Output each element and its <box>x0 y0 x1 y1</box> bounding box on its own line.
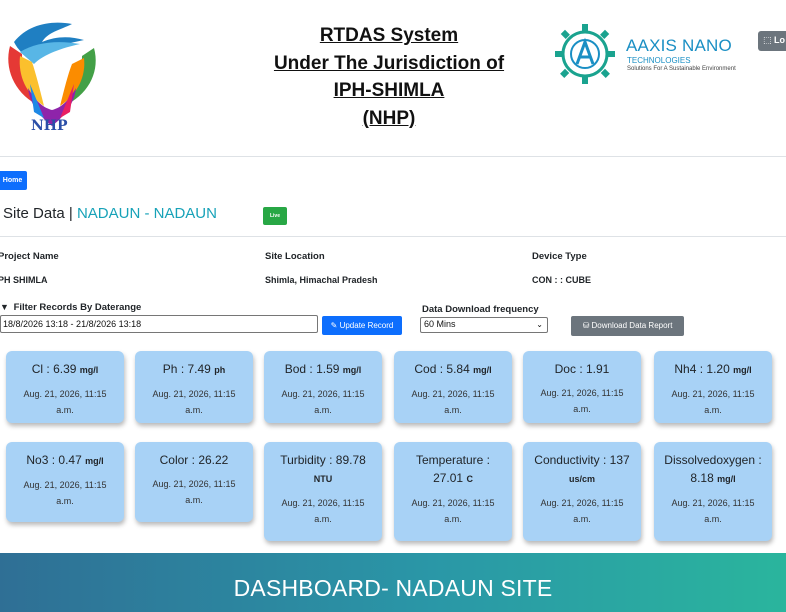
edit-icon: ✎ <box>330 321 338 330</box>
reading-card-no3: No3 : 0.47 mg/l Aug. 21, 2026, 11:15 a.m… <box>6 442 124 522</box>
site-name: NADAUN - NADAUN <box>76 205 217 222</box>
reading-timestamp: Aug. 21, 2026, 11:15 a.m. <box>281 498 365 524</box>
reading-title: Temperature :27.01 C <box>415 453 491 485</box>
reading-title: Cod : 5.84 mg/l <box>414 362 492 376</box>
filter-label: ▼ Filter Records By Daterange <box>0 302 141 313</box>
reading-timestamp: Aug. 21, 2026, 11:15 a.m. <box>540 498 624 524</box>
reading-card-turbidity: Turbidity : 89.78 NTU Aug. 21, 2026, 11:1… <box>264 442 382 541</box>
filter-label-text: Filter Records By Daterange <box>13 302 142 313</box>
device-type-block: Device Type CON : : CUBE <box>532 251 591 285</box>
title-line-2: Under The Jurisdiction of <box>273 52 505 74</box>
title-line-3: IPH-SHIMLA <box>333 80 445 101</box>
home-button[interactable]: Home <box>0 171 27 190</box>
reading-title: Bod : 1.59 mg/l <box>284 362 362 376</box>
reading-card-bod: Bod : 1.59 mg/l Aug. 21, 2026, 11:15 a.m… <box>264 351 382 423</box>
download-report-button[interactable]: ⛁ Download Data Report <box>571 316 684 336</box>
reading-timestamp: Aug. 21, 2026, 11:15 a.m. <box>540 388 624 414</box>
title-line-1: RTDAS System <box>319 25 459 46</box>
reading-card-dissolvedoxygen: Dissolvedoxygen :8.18 mg/l Aug. 21, 2026… <box>654 442 772 541</box>
reading-timestamp: Aug. 21, 2026, 11:15 a.m. <box>23 480 107 506</box>
aaxis-brand-subtitle: TECHNOLOGIES <box>627 56 691 65</box>
page-header: NHP RTDAS System Under The Jurisdiction … <box>0 0 786 157</box>
reading-title: Doc : 1.91 <box>554 362 610 376</box>
reading-timestamp: Aug. 21, 2026, 11:15 a.m. <box>281 389 365 415</box>
reading-timestamp: Aug. 21, 2026, 11:15 a.m. <box>671 498 755 524</box>
device-type-value: CON : : CUBE <box>532 275 591 285</box>
project-name-value: PH SHIMLA <box>0 275 48 285</box>
logout-label: Lo <box>774 35 786 45</box>
chevron-down-icon: ⌄ <box>536 320 543 329</box>
nhp-logo-text: NHP <box>31 118 68 134</box>
reading-title: Ph : 7.49 ph <box>162 362 226 376</box>
download-frequency-select[interactable]: 60 Mins ⌄ <box>420 317 548 333</box>
site-heading-prefix: Site Data | <box>3 205 73 222</box>
aaxis-brand-tagline: Solutions For A Sustainable Environment <box>627 66 736 72</box>
reading-timestamp: Aug. 21, 2026, 11:15 a.m. <box>23 389 107 415</box>
section-divider <box>0 236 786 237</box>
aaxis-gear-logo <box>555 24 615 84</box>
logout-icon: ⬚ <box>763 35 772 45</box>
reading-title: Color : 26.22 <box>159 453 229 467</box>
reading-timestamp: Aug. 21, 2026, 11:15 a.m. <box>411 389 495 415</box>
logout-button[interactable]: ⬚ Lo <box>758 31 786 51</box>
reading-card-conductivity: Conductivity : 137 us/cm Aug. 21, 2026, 1… <box>523 442 641 541</box>
live-badge[interactable]: Live <box>263 207 287 225</box>
reading-title: Dissolvedoxygen :8.18 mg/l <box>664 453 762 485</box>
reading-timestamp: Aug. 21, 2026, 11:15 a.m. <box>152 389 236 415</box>
reading-card-temperature: Temperature :27.01 C Aug. 21, 2026, 11:1… <box>394 442 512 541</box>
reading-timestamp: Aug. 21, 2026, 11:15 a.m. <box>411 498 495 524</box>
reading-card-nh4: Nh4 : 1.20 mg/l Aug. 21, 2026, 11:15 a.m… <box>654 351 772 423</box>
reading-timestamp: Aug. 21, 2026, 11:15 a.m. <box>671 389 755 415</box>
download-report-label: Download Data Report <box>591 321 673 330</box>
device-type-label: Device Type <box>532 251 587 262</box>
daterange-input[interactable] <box>0 315 318 333</box>
update-record-label: Update Record <box>339 321 394 330</box>
dashboard-banner-title: DASHBOARD- NADAUN SITE <box>233 575 553 601</box>
reading-card-cl: Cl : 6.39 mg/l Aug. 21, 2026, 11:15 a.m. <box>6 351 124 423</box>
site-location-value: Shimla, Himachal Pradesh <box>265 275 378 285</box>
system-title: RTDAS System Under The Jurisdiction of I… <box>260 22 518 132</box>
reading-title: Nh4 : 1.20 mg/l <box>674 362 752 376</box>
filter-funnel-icon: ▼ <box>0 302 9 312</box>
update-record-button[interactable]: ✎ Update Record <box>322 316 402 335</box>
site-heading: Site Data | NADAUN - NADAUN <box>3 205 217 222</box>
reading-timestamp: Aug. 21, 2026, 11:15 a.m. <box>152 479 236 505</box>
download-frequency-value: 60 Mins <box>424 319 456 329</box>
reading-card-doc: Doc : 1.91 Aug. 21, 2026, 11:15 a.m. <box>523 351 641 423</box>
project-name-label: Project Name <box>0 251 59 262</box>
aaxis-brand-name: AAXIS NANO <box>626 36 732 55</box>
dashboard-banner: DASHBOARD- NADAUN SITE <box>0 553 786 612</box>
download-frequency-label: Data Download frequency <box>422 304 539 315</box>
reading-title: Turbidity : 89.78 NTU <box>280 453 366 484</box>
reading-title: No3 : 0.47 mg/l <box>26 453 104 467</box>
site-location-label: Site Location <box>265 251 325 262</box>
database-icon: ⛁ <box>582 321 590 330</box>
title-line-4: (NHP) <box>362 107 416 129</box>
project-name-block: Project Name PH SHIMLA <box>0 251 59 285</box>
reading-card-cod: Cod : 5.84 mg/l Aug. 21, 2026, 11:15 a.m… <box>394 351 512 423</box>
reading-title: Conductivity : 137 us/cm <box>534 453 630 484</box>
reading-card-ph: Ph : 7.49 ph Aug. 21, 2026, 11:15 a.m. <box>135 351 253 423</box>
reading-title: Cl : 6.39 mg/l <box>31 362 99 376</box>
site-location-block: Site Location Shimla, Himachal Pradesh <box>265 251 378 285</box>
reading-card-color: Color : 26.22 Aug. 21, 2026, 11:15 a.m. <box>135 442 253 522</box>
